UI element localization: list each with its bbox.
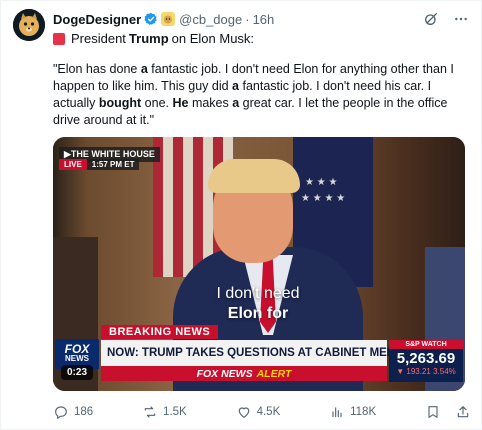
sp-value: 5,263.69: [396, 350, 456, 367]
tweet-subtitle: President Trump on Elon Musk:: [53, 31, 254, 46]
sp-change: ▼ 193.21 3.54%: [396, 367, 456, 376]
doge-avatar-icon: [13, 9, 45, 41]
like-count: 4.5K: [256, 406, 281, 418]
quote-part: makes: [188, 96, 233, 110]
repost-button[interactable]: 1.5K: [142, 404, 187, 420]
reply-count: 186: [74, 406, 94, 418]
alert-word: ALERT: [256, 367, 292, 380]
video-captions: I don't need Elon for: [153, 285, 363, 323]
caption-line-2: Elon for: [227, 305, 289, 322]
fox-alert-bar: FOX NEWS ALERT: [101, 366, 387, 381]
logo-line-1: FOX: [64, 342, 90, 356]
bookmark-button[interactable]: [425, 404, 441, 420]
avatar[interactable]: [13, 9, 45, 41]
video-player[interactable]: ★ ★ ★ ★ ★ ★ ★ ▶THE WHITE HOUSE LIVE 1:57…: [53, 137, 465, 391]
quote-bold: a: [140, 62, 148, 76]
quote-bold: bought: [98, 96, 142, 110]
bookmark-icon: [428, 406, 438, 418]
grok-icon[interactable]: [423, 11, 439, 27]
siren-emoji-icon: [53, 32, 65, 45]
quote-part: "Elon has done: [53, 62, 141, 76]
broadcast-clock: 1:57 PM ET: [86, 159, 140, 170]
sp-label: S&P WATCH: [389, 340, 463, 349]
reply-icon: [55, 406, 67, 419]
subtitle-suffix: on Elon Musk:: [171, 31, 255, 46]
more-options-icon[interactable]: [453, 11, 469, 27]
share-icon: [457, 406, 469, 418]
quote-part: one.: [141, 96, 173, 110]
reply-button[interactable]: 186: [53, 404, 93, 420]
live-indicator: LIVE 1:57 PM ET: [59, 159, 140, 170]
breaking-news-label: BREAKING NEWS: [101, 325, 219, 339]
video-duration: 0:23: [61, 365, 94, 380]
tweet-header: DogeDesigner @cb_doge · 16h: [53, 10, 469, 28]
display-name[interactable]: DogeDesigner: [53, 12, 141, 27]
tweet-card[interactable]: DogeDesigner @cb_doge · 16h President Tr…: [0, 0, 482, 430]
affiliate-badge-icon: [161, 12, 176, 26]
repost-count: 1.5K: [163, 406, 187, 418]
caption-line-1: I don't need: [216, 285, 300, 302]
subtitle-bold: Trump: [128, 31, 169, 46]
separator-dot: ·: [245, 11, 250, 27]
post-time[interactable]: 16h: [253, 12, 275, 27]
view-count: 118K: [350, 406, 377, 418]
alert-prefix: FOX NEWS: [196, 367, 253, 380]
views-button[interactable]: 118K: [329, 404, 376, 420]
subtitle-prefix: President: [71, 31, 126, 46]
user-handle[interactable]: @cb_doge: [179, 12, 242, 27]
like-button[interactable]: 4.5K: [236, 404, 281, 420]
sp-watch-ticker: S&P WATCH 5,263.69 ▼ 193.21 3.54%: [389, 340, 463, 382]
live-label: LIVE: [59, 159, 87, 170]
speaker-hair: [208, 159, 300, 193]
quote-bold: He: [172, 96, 189, 110]
repost-icon: [144, 406, 156, 418]
share-button[interactable]: [455, 404, 471, 420]
heart-icon: [238, 407, 249, 418]
logo-line-2: NEWS: [65, 354, 89, 363]
quote-bold: a: [232, 79, 239, 93]
chyron-headline: NOW: TRUMP TAKES QUESTIONS AT CABINET ME…: [101, 340, 422, 366]
tweet-text: "Elon has done a fantastic job. I don't …: [53, 61, 471, 129]
verified-badge-icon: [144, 12, 158, 26]
views-chart-icon: [332, 407, 342, 418]
tweet-actions: 186 1.5K 4.5K 118K: [53, 403, 471, 421]
